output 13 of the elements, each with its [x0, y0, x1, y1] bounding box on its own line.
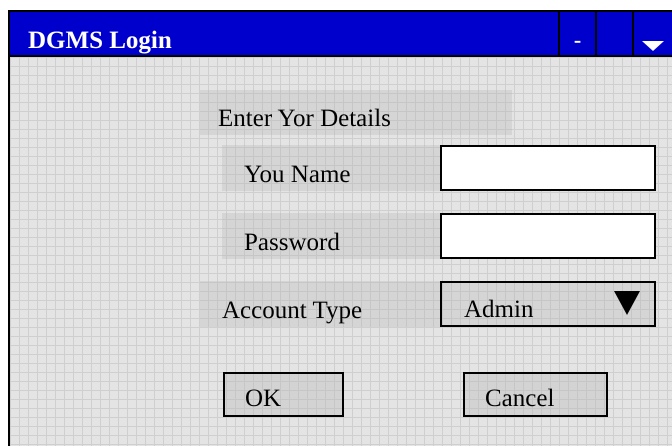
- cancel-button[interactable]: Cancel: [463, 372, 608, 417]
- password-field[interactable]: [440, 213, 656, 259]
- caret-icon: [642, 41, 664, 51]
- ok-button[interactable]: OK: [223, 372, 344, 417]
- form-heading: Enter Yor Details: [200, 90, 512, 135]
- dropdown-arrow-icon: [614, 290, 640, 314]
- name-field[interactable]: [440, 145, 656, 191]
- field-label: You Name: [222, 145, 440, 191]
- window-title: DGMS Login: [27, 26, 173, 55]
- account-type-dropdown[interactable]: Admin: [440, 281, 656, 327]
- minimize-button[interactable]: -: [558, 12, 595, 55]
- field-label: Password: [222, 213, 440, 259]
- field-label: Account Type: [200, 281, 440, 327]
